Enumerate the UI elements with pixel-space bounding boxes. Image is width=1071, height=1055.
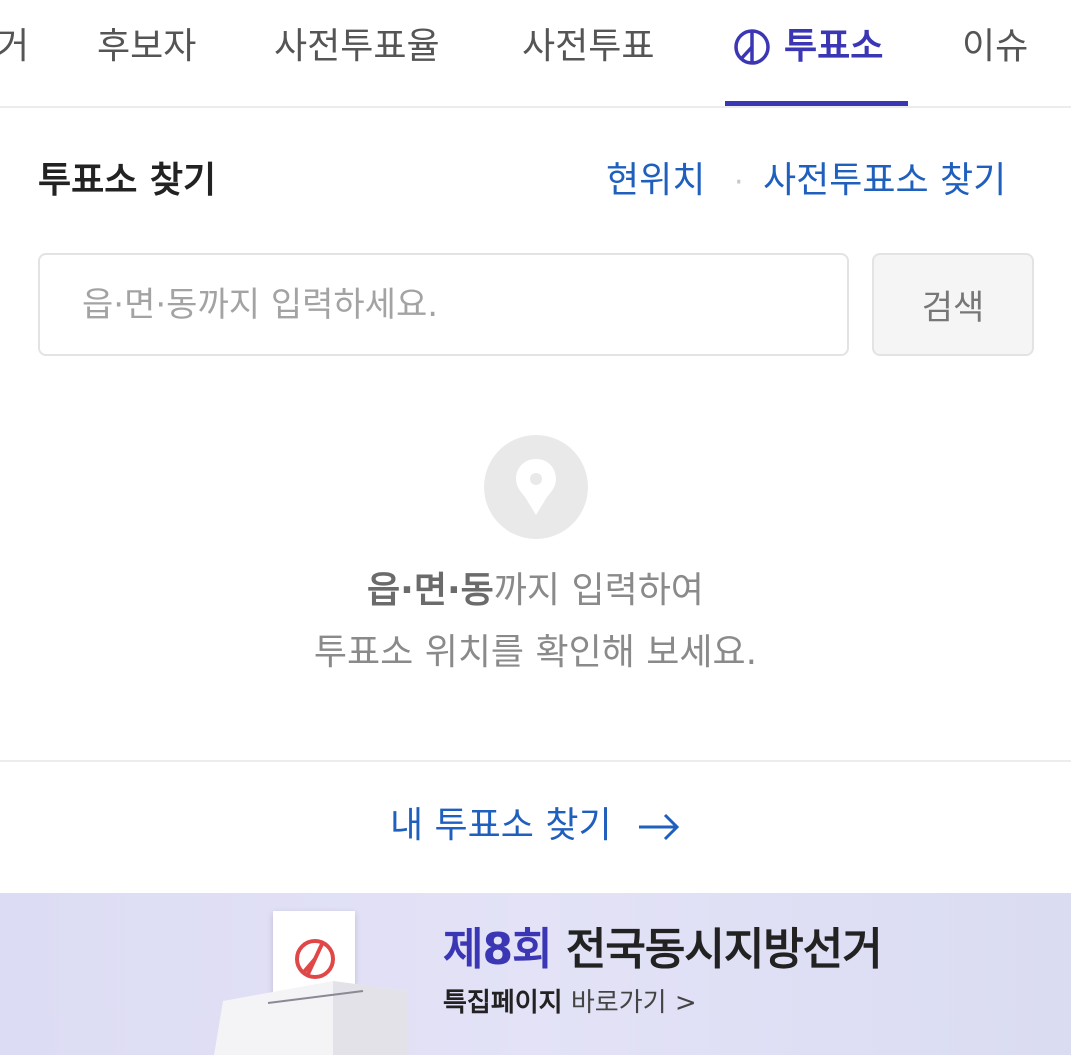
section-title: 투표소 찾기 — [38, 160, 217, 201]
tab-early-voting[interactable]: 사전투표 — [522, 24, 654, 70]
empty-state-line1-rest: 까지 입력하여 — [493, 570, 704, 611]
my-polling-place-link[interactable]: 내 투표소 찾기 — [0, 803, 1071, 849]
banner-title-rest: 전국동시지방선거 — [551, 924, 883, 975]
arrow-right-icon — [639, 813, 680, 841]
banner-subtitle-bold: 특집페이지 — [443, 988, 563, 1018]
my-polling-place-label: 내 투표소 찾기 — [389, 805, 612, 846]
empty-state-bold: 읍·면·동 — [367, 570, 494, 611]
banner-subtitle: 특집페이지 바로가기 > — [443, 987, 697, 1019]
early-polling-place-link[interactable]: 사전투표소 찾기 — [763, 158, 1006, 204]
election-special-banner[interactable]: 제8회 전국동시지방선거 특집페이지 바로가기 > — [0, 893, 1071, 1055]
tab-candidates[interactable]: 후보자 — [97, 24, 196, 70]
tab-election[interactable]: 거 — [0, 24, 29, 70]
search-button[interactable]: 검색 — [872, 253, 1034, 356]
ballot-stamp-icon — [295, 939, 335, 979]
tab-bar: 거 후보자 사전투표율 사전투표 투표소 이슈 — [0, 0, 1071, 108]
banner-subtitle-rest: 바로가기 > — [562, 988, 697, 1018]
link-separator: · — [734, 165, 744, 200]
empty-state-line1: 읍·면·동까지 입력하여 — [0, 568, 1071, 614]
ballot-box-icon — [214, 981, 408, 1055]
location-pin-icon — [484, 435, 588, 539]
tab-issues[interactable]: 이슈 — [962, 24, 1028, 70]
tab-polling-place[interactable]: 투표소 — [784, 24, 883, 70]
banner-title: 제8회 전국동시지방선거 — [443, 923, 883, 977]
divider — [0, 760, 1071, 762]
search-input[interactable] — [38, 253, 849, 356]
tab-early-turnout[interactable]: 사전투표율 — [274, 24, 440, 70]
current-location-link[interactable]: 현위치 — [606, 158, 705, 204]
empty-state-line2: 투표소 위치를 확인해 보세요. — [313, 632, 758, 673]
banner-title-highlight: 제8회 — [443, 924, 553, 975]
active-tab-indicator — [725, 101, 908, 106]
vote-mark-icon — [734, 29, 770, 65]
